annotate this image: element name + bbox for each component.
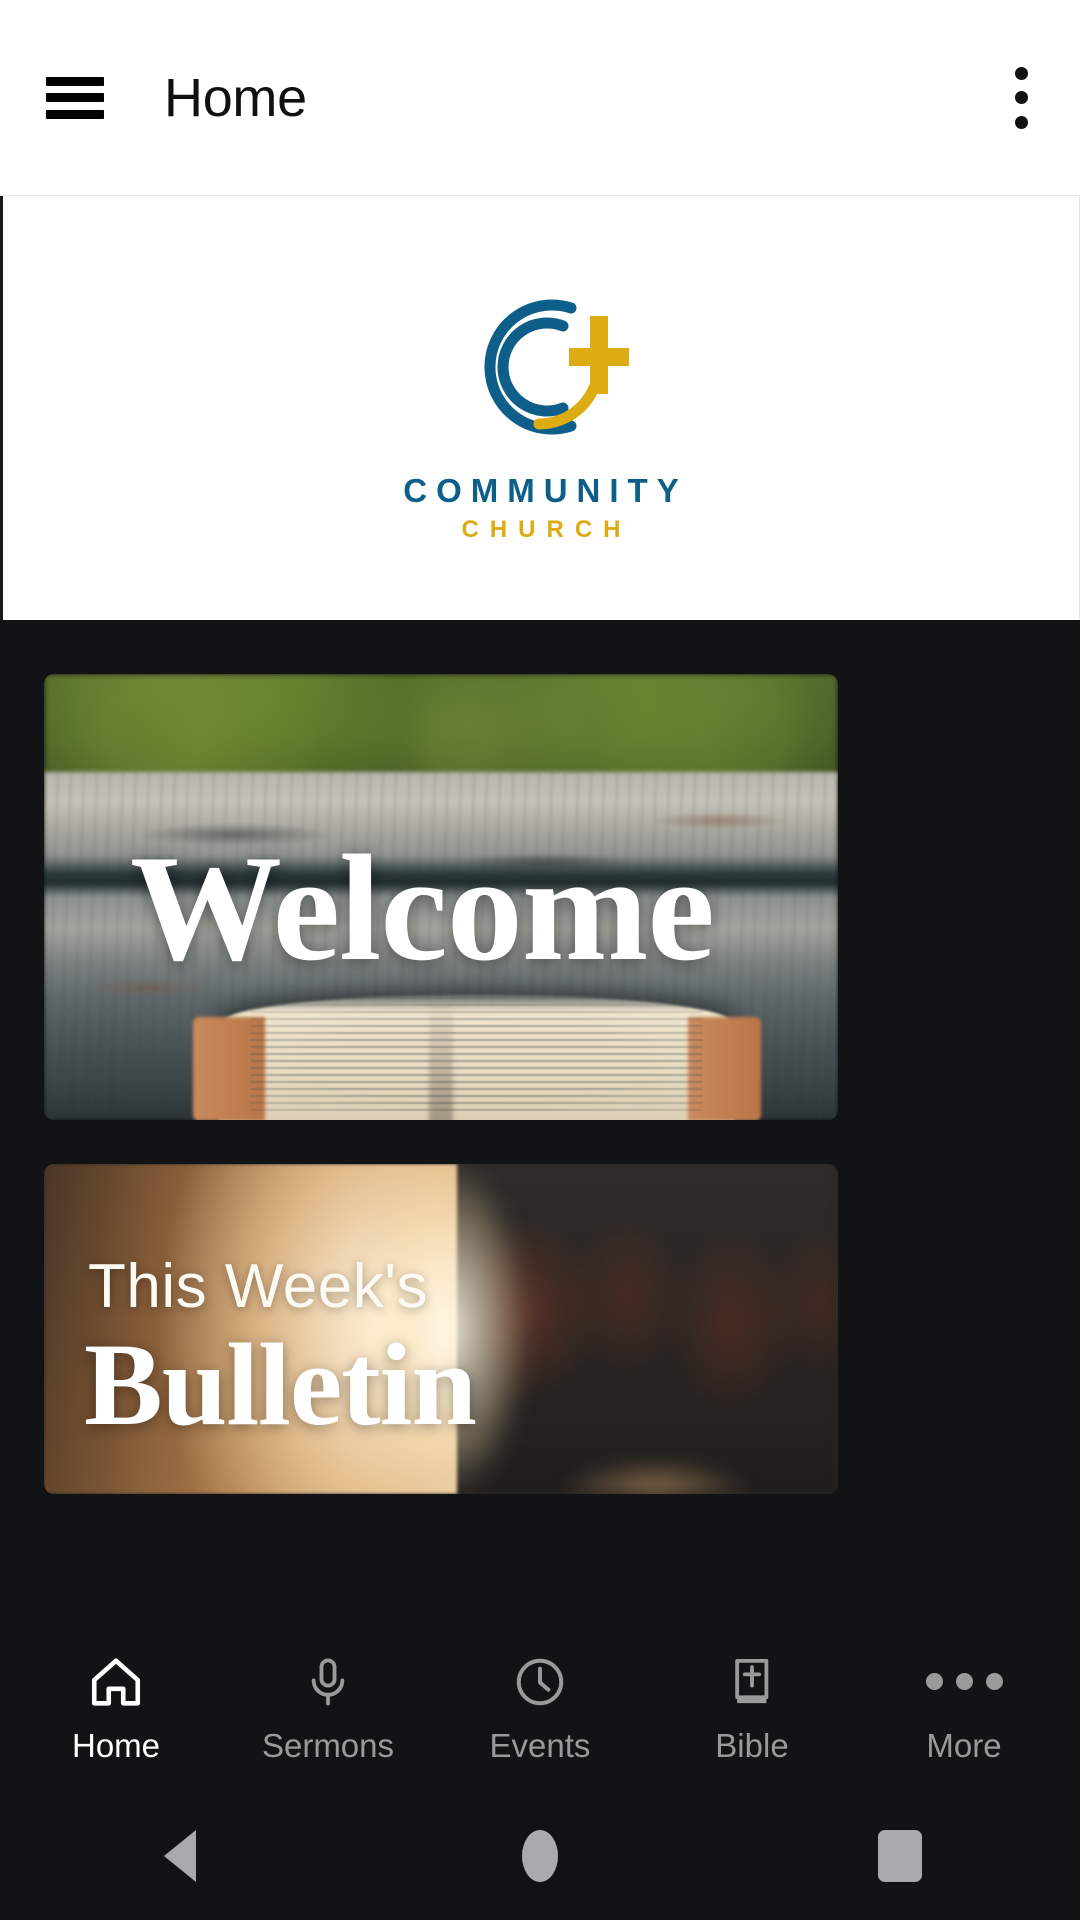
welcome-card[interactable]: Welcome [44,674,838,1120]
ellipsis-dot [985,1673,1003,1690]
clock-icon [512,1651,568,1713]
logo-subwordmark: CHURCH [461,516,632,543]
kebab-dot [1014,66,1028,80]
kebab-dot [1014,115,1028,129]
page-title: Home [164,67,307,128]
hamburger-bar [46,76,104,86]
foliage-layer [44,674,838,777]
kebab-menu-icon[interactable] [1014,66,1028,129]
hamburger-bar [46,109,104,119]
house-icon [87,1651,145,1713]
circle-home-icon [522,1830,558,1882]
tab-home[interactable]: Home [10,1620,222,1792]
bible-text-lines [250,995,704,1112]
tab-label-events: Events [489,1726,591,1764]
system-back-button[interactable] [90,1806,270,1906]
triangle-back-icon [164,1830,196,1882]
bottom-tab-bar: Home Sermons Events Bible More [0,1620,1080,1792]
floor-light [520,1441,791,1494]
tab-label-sermons: Sermons [261,1726,395,1764]
bulletin-card-kicker: This Week's [88,1252,429,1321]
microphone-icon [301,1651,355,1713]
tab-label-bible: Bible [715,1726,789,1764]
tab-bible[interactable]: Bible [646,1620,858,1792]
community-church-logo-icon [484,299,629,435]
hamburger-menu-icon[interactable] [46,76,104,119]
system-home-button[interactable] [450,1806,630,1906]
tab-events[interactable]: Events [434,1620,646,1792]
ellipsis-dot [955,1673,973,1690]
ellipsis-dots [925,1651,1003,1713]
ellipsis-icon [925,1651,1003,1713]
app-bar: Home [0,0,1080,196]
tab-sermons[interactable]: Sermons [222,1620,434,1792]
app-root: Home COMMUNITY CHURCH Welcome This Week'… [0,0,1080,1920]
church-logo-panel: COMMUNITY CHURCH [0,196,1080,620]
bulletin-card[interactable]: This Week's Bulletin [44,1164,838,1494]
tab-label-home: Home [71,1726,161,1764]
android-system-nav [0,1792,1080,1920]
bible-book-cross-icon [725,1651,779,1713]
welcome-card-title: Welcome [130,824,715,992]
square-recents-icon [878,1830,922,1882]
kebab-dot [1014,91,1028,104]
bulletin-card-title: Bulletin [84,1319,477,1450]
ellipsis-dot [925,1673,943,1690]
logo-wordmark: COMMUNITY [403,472,688,509]
tab-more[interactable]: More [858,1620,1070,1792]
hamburger-bar [46,93,104,102]
system-recents-button[interactable] [810,1806,990,1906]
tab-label-more: More [926,1726,1002,1764]
